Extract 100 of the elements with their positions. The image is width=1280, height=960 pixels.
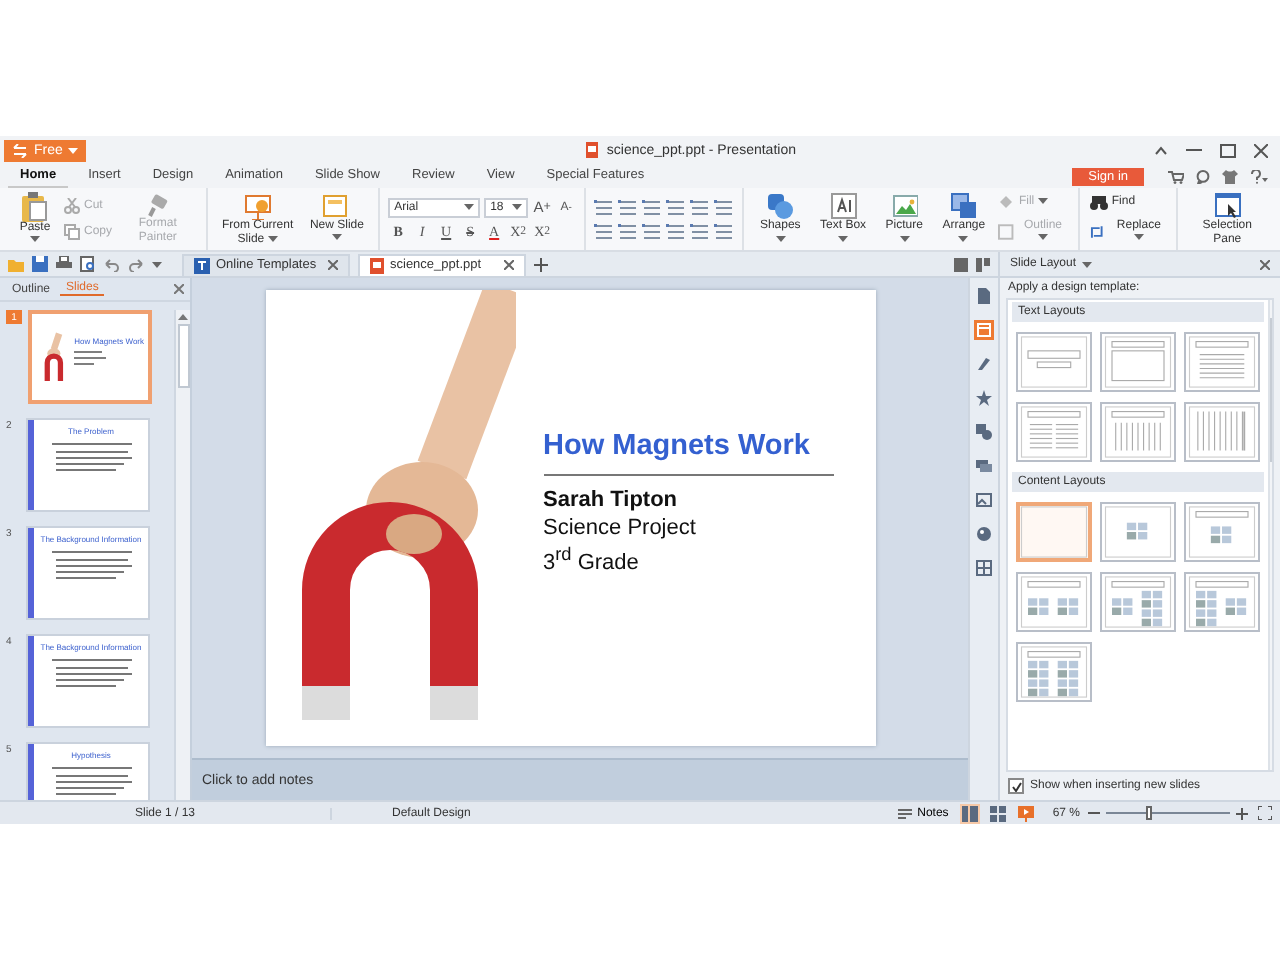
normal-view-icon	[962, 805, 979, 821]
increase-indent-icon[interactable]	[666, 198, 687, 216]
cart-icon[interactable]	[1168, 169, 1184, 183]
presentation-file-icon	[370, 257, 384, 273]
layout-thumbnail[interactable]	[1016, 332, 1092, 392]
brush-tool[interactable]	[974, 354, 994, 374]
slide-sorter-button[interactable]	[988, 803, 1009, 823]
caret-icon	[1082, 261, 1093, 267]
line-spacing-icon[interactable]	[714, 222, 735, 240]
scroll-up-icon[interactable]	[178, 314, 188, 320]
text-lines-icon	[47, 656, 135, 690]
grid-icon	[976, 560, 992, 576]
caret-icon	[1037, 198, 1048, 204]
redo-icon[interactable]	[128, 256, 144, 272]
layout-thumbnail[interactable]	[1184, 572, 1260, 632]
close-icon[interactable]	[504, 260, 514, 270]
scrollbar-thumb[interactable]	[177, 324, 189, 388]
image-icon	[976, 492, 992, 508]
caret-icon	[1133, 233, 1144, 239]
zoom-out-icon[interactable]	[1088, 808, 1100, 818]
paint-bucket-icon	[998, 194, 1015, 210]
replace-icon	[1089, 223, 1108, 239]
align-right-icon[interactable]	[642, 222, 663, 240]
layout-thumbnail[interactable]	[1100, 502, 1176, 562]
align-center-icon[interactable]	[618, 222, 639, 240]
caret-icon	[899, 235, 910, 241]
layout-thumbnail[interactable]	[1184, 332, 1260, 392]
slideshow-button[interactable]	[1016, 803, 1037, 823]
caret-icon	[958, 235, 969, 241]
print-preview-icon[interactable]	[80, 256, 96, 272]
normal-view-button[interactable]	[960, 803, 981, 823]
chat-bubble-icon[interactable]	[1196, 169, 1210, 183]
slides-tool[interactable]	[974, 456, 994, 476]
shapes-icon	[976, 424, 992, 440]
layout-thumbnail[interactable]	[1100, 332, 1176, 392]
slideshow-icon	[1018, 805, 1035, 821]
help-icon[interactable]	[1250, 169, 1268, 183]
fit-window-icon[interactable]	[1258, 806, 1272, 820]
split-view-icon[interactable]	[976, 257, 990, 271]
minimize-icon[interactable]	[1186, 144, 1202, 156]
chevron-up-icon[interactable]	[1154, 145, 1168, 155]
layout-thumbnail[interactable]	[1100, 402, 1176, 462]
layout-thumbnail[interactable]	[1016, 502, 1092, 562]
layout-tool[interactable]	[974, 320, 994, 340]
columns-icon[interactable]	[714, 198, 735, 216]
layout-thumbnail[interactable]	[1100, 572, 1176, 632]
app-logo-icon	[12, 143, 28, 157]
close-icon[interactable]	[328, 260, 338, 270]
zoom-in-icon[interactable]	[1236, 807, 1248, 819]
close-icon[interactable]	[1254, 143, 1268, 157]
star-tool[interactable]	[974, 388, 994, 408]
numbered-list-icon[interactable]	[618, 198, 639, 216]
new-tab-icon[interactable]	[534, 257, 548, 271]
undo-icon[interactable]	[104, 256, 120, 272]
caret-icon	[267, 235, 278, 241]
caret-icon	[464, 204, 475, 210]
slider-thumb[interactable]	[1146, 806, 1153, 820]
slide-canvas[interactable]: How Magnets Work Sarah Tipton Science Project 3$^{rd}$ Grade	[265, 290, 875, 746]
close-icon[interactable]	[1260, 259, 1270, 269]
caret-icon	[838, 235, 849, 241]
layout-thumbnail[interactable]	[1016, 642, 1092, 702]
shapes-tool[interactable]	[974, 422, 994, 442]
caret-icon	[29, 236, 40, 242]
layout-thumbnail[interactable]	[1184, 502, 1260, 562]
save-icon[interactable]	[32, 256, 48, 272]
scissors-icon	[63, 198, 80, 214]
shirt-icon[interactable]	[1222, 169, 1238, 183]
single-view-icon[interactable]	[954, 257, 968, 271]
layout-thumbnail[interactable]	[1016, 572, 1092, 632]
binoculars-icon	[1089, 195, 1108, 209]
shapes-icon	[766, 192, 795, 220]
layout-icon	[976, 322, 992, 338]
new-slide-icon	[322, 193, 351, 219]
close-icon[interactable]	[174, 284, 184, 294]
checkbox[interactable]	[1008, 778, 1024, 794]
image-tool[interactable]	[974, 490, 994, 510]
brush-icon	[976, 356, 992, 372]
layout-thumbnail[interactable]	[1184, 402, 1260, 462]
text-direction-icon[interactable]	[690, 198, 711, 216]
caret-icon	[331, 234, 342, 240]
maximize-icon[interactable]	[1220, 143, 1236, 157]
paint-brush-icon	[145, 194, 170, 218]
slide-sorter-icon	[990, 805, 1007, 821]
palette-tool[interactable]	[974, 524, 994, 544]
outline-icon	[998, 224, 1015, 240]
checkmark-icon	[1011, 781, 1021, 791]
distribute-icon[interactable]	[690, 222, 711, 240]
decrease-indent-icon[interactable]	[642, 198, 663, 216]
printer-icon[interactable]	[56, 256, 72, 272]
caret-icon	[775, 235, 786, 241]
document-tool[interactable]	[974, 286, 994, 306]
grid-tool[interactable]	[974, 558, 994, 578]
star-icon	[976, 390, 992, 406]
layout-thumbnail[interactable]	[1016, 402, 1092, 462]
caret-icon	[68, 147, 79, 153]
bullet-list-icon[interactable]	[594, 198, 615, 216]
document-icon	[976, 288, 992, 304]
subtitle-line: Science Project	[543, 516, 698, 540]
align-left-icon[interactable]	[594, 222, 615, 240]
justify-icon[interactable]	[666, 222, 687, 240]
